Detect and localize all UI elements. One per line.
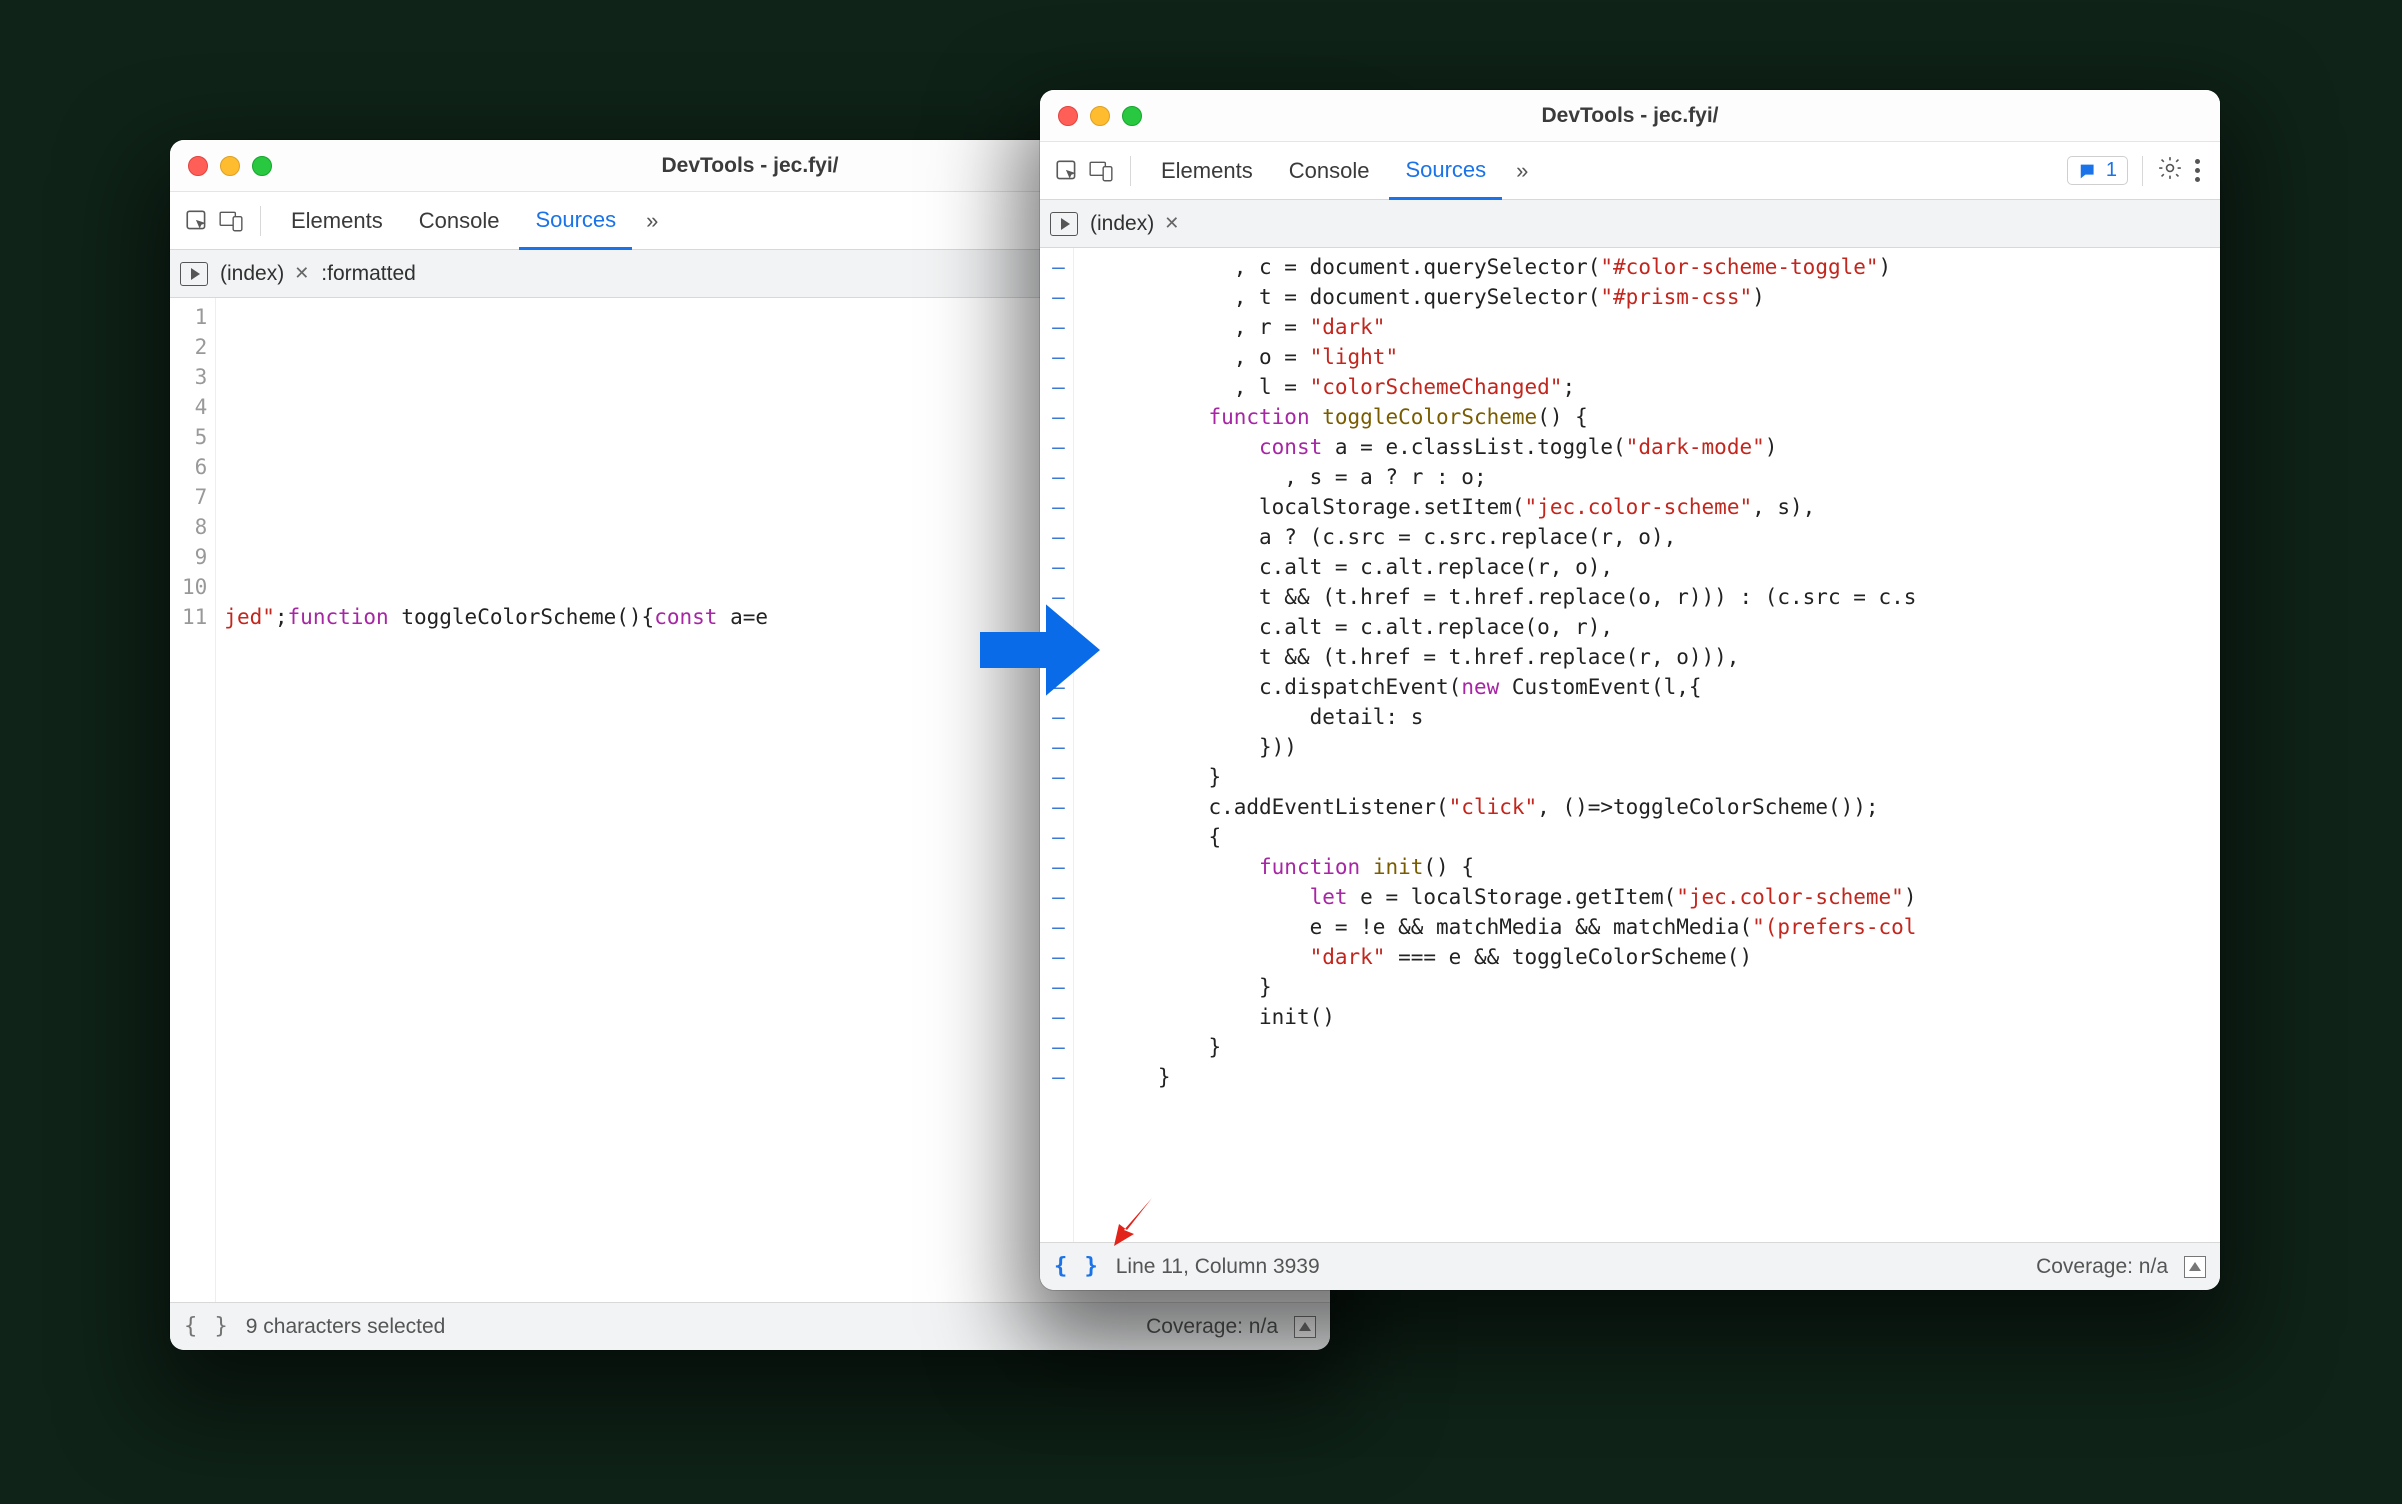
- close-icon[interactable]: ✕: [294, 263, 309, 284]
- inspect-icon[interactable]: [1052, 156, 1082, 186]
- minimize-window-button[interactable]: [1090, 106, 1110, 126]
- code-area[interactable]: , c = document.querySelector("#color-sch…: [1074, 248, 2220, 1242]
- coverage-status: Coverage: n/a: [2036, 1255, 2168, 1279]
- tab-elements[interactable]: Elements: [275, 192, 399, 249]
- inspect-icon[interactable]: [182, 206, 212, 236]
- devtools-window-right: DevTools - jec.fyi/ Elements Console Sou…: [1040, 90, 2220, 1290]
- status-bar: { } Line 11, Column 3939 Coverage: n/a: [1040, 1242, 2220, 1290]
- issues-badge[interactable]: 1: [2067, 156, 2128, 185]
- settings-icon[interactable]: [2157, 155, 2183, 187]
- status-bar: { } 9 characters selected Coverage: n/a: [170, 1302, 1330, 1350]
- file-tab-label: (index): [1090, 212, 1154, 236]
- file-tab-index[interactable]: (index) ✕: [220, 262, 309, 286]
- tabs-overflow[interactable]: »: [636, 208, 668, 234]
- navigator-toggle-icon[interactable]: [180, 262, 208, 286]
- file-tab-strip: (index) ✕: [1040, 200, 2220, 248]
- maximize-window-button[interactable]: [1122, 106, 1142, 126]
- tab-console[interactable]: Console: [1273, 142, 1386, 199]
- window-title: DevTools - jec.fyi/: [1040, 104, 2220, 128]
- minimize-window-button[interactable]: [220, 156, 240, 176]
- line-gutter: 1234567891011: [170, 298, 216, 1302]
- issues-count: 1: [2106, 159, 2117, 182]
- close-icon[interactable]: ✕: [1164, 213, 1179, 234]
- device-toggle-icon[interactable]: [1086, 156, 1116, 186]
- selection-status: 9 characters selected: [246, 1315, 446, 1339]
- tab-sources[interactable]: Sources: [519, 193, 632, 250]
- close-window-button[interactable]: [1058, 106, 1078, 126]
- toolbar: Elements Console Sources » 1: [1040, 142, 2220, 200]
- tab-elements[interactable]: Elements: [1145, 142, 1269, 199]
- pretty-print-button[interactable]: { }: [1054, 1254, 1100, 1279]
- file-tab-index[interactable]: (index) ✕: [1090, 212, 1179, 236]
- tabs-overflow[interactable]: »: [1506, 158, 1538, 184]
- expand-drawer-icon[interactable]: [2184, 1256, 2206, 1278]
- line-gutter: ––––––––––––––––––––––––––––: [1040, 248, 1074, 1242]
- cursor-position: Line 11, Column 3939: [1116, 1255, 1320, 1279]
- titlebar: DevTools - jec.fyi/: [1040, 90, 2220, 142]
- maximize-window-button[interactable]: [252, 156, 272, 176]
- close-window-button[interactable]: [188, 156, 208, 176]
- coverage-status: Coverage: n/a: [1146, 1315, 1278, 1339]
- editor: –––––––––––––––––––––––––––– , c = docum…: [1040, 248, 2220, 1242]
- file-tab-label: :formatted: [321, 262, 416, 286]
- file-tab-label: (index): [220, 262, 284, 286]
- device-toggle-icon[interactable]: [216, 206, 246, 236]
- annotation-arrow-right: [980, 590, 1100, 710]
- more-menu-icon[interactable]: [2187, 159, 2208, 182]
- file-tab-formatted[interactable]: :formatted: [321, 262, 416, 286]
- navigator-toggle-icon[interactable]: [1050, 212, 1078, 236]
- tab-console[interactable]: Console: [403, 192, 516, 249]
- annotation-arrow-down-left: [1110, 1194, 1160, 1249]
- pretty-print-button[interactable]: { }: [184, 1314, 230, 1339]
- tab-sources[interactable]: Sources: [1389, 143, 1502, 200]
- expand-drawer-icon[interactable]: [1294, 1316, 1316, 1338]
